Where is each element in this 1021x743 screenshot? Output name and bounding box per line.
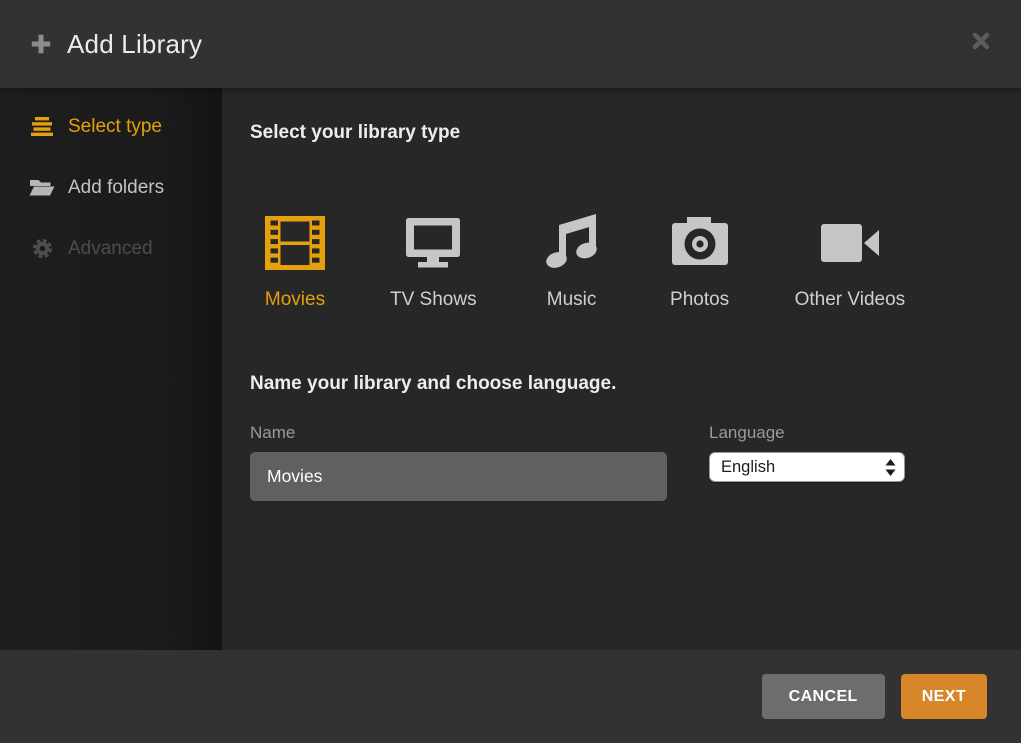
type-label: Other Videos — [795, 289, 906, 311]
select-type-heading: Select your library type — [250, 122, 981, 144]
film-strip-icon — [262, 210, 328, 276]
type-label: Photos — [670, 289, 729, 311]
name-language-fields: Name Language English — [250, 423, 981, 501]
gear-icon — [29, 237, 55, 261]
language-selected-value: English — [721, 458, 885, 477]
close-icon[interactable] — [967, 27, 995, 55]
sidebar-item-label: Add folders — [68, 177, 164, 199]
type-label: TV Shows — [390, 289, 477, 311]
camera-icon — [667, 210, 733, 276]
plus-icon — [28, 31, 54, 57]
next-button[interactable]: NEXT — [901, 674, 987, 719]
add-library-dialog: Add Library Select type — [0, 0, 1021, 743]
sidebar-item-advanced[interactable]: Advanced — [0, 218, 222, 279]
name-field-group: Name — [250, 423, 667, 501]
cancel-button[interactable]: CANCEL — [762, 674, 885, 719]
language-label: Language — [709, 423, 905, 443]
dialog-title: Add Library — [67, 29, 202, 60]
select-stepper-icon — [885, 459, 896, 476]
sidebar-item-select-type[interactable]: Select type — [0, 96, 222, 157]
tv-monitor-icon — [400, 210, 466, 276]
sidebar-item-label: Advanced — [68, 238, 153, 260]
dialog-header: Add Library — [0, 0, 1021, 88]
language-select[interactable]: English — [709, 452, 905, 482]
type-label: Movies — [265, 289, 325, 311]
name-language-heading: Name your library and choose language. — [250, 373, 981, 395]
name-label: Name — [250, 423, 667, 443]
folder-open-icon — [29, 176, 55, 200]
language-field-group: Language English — [709, 423, 905, 501]
main-panel: Select your library type — [222, 88, 1021, 650]
sidebar-item-label: Select type — [68, 116, 162, 138]
type-item-photos[interactable]: Photos — [667, 210, 733, 311]
wizard-steps-sidebar: Select type Add folders — [0, 88, 222, 650]
dialog-footer: CANCEL NEXT — [0, 650, 1021, 743]
music-note-icon — [539, 210, 605, 276]
type-item-other-videos[interactable]: Other Videos — [795, 210, 906, 311]
dialog-body: Select type Add folders — [0, 88, 1021, 650]
sidebar-item-add-folders[interactable]: Add folders — [0, 157, 222, 218]
type-item-movies[interactable]: Movies — [262, 210, 328, 311]
library-name-input[interactable] — [250, 452, 667, 501]
type-label: Music — [547, 289, 597, 311]
type-item-music[interactable]: Music — [539, 210, 605, 311]
type-list-icon — [29, 115, 55, 139]
type-item-tv-shows[interactable]: TV Shows — [390, 210, 477, 311]
library-type-row: Movies TV Shows — [262, 210, 981, 311]
video-camera-icon — [817, 210, 883, 276]
